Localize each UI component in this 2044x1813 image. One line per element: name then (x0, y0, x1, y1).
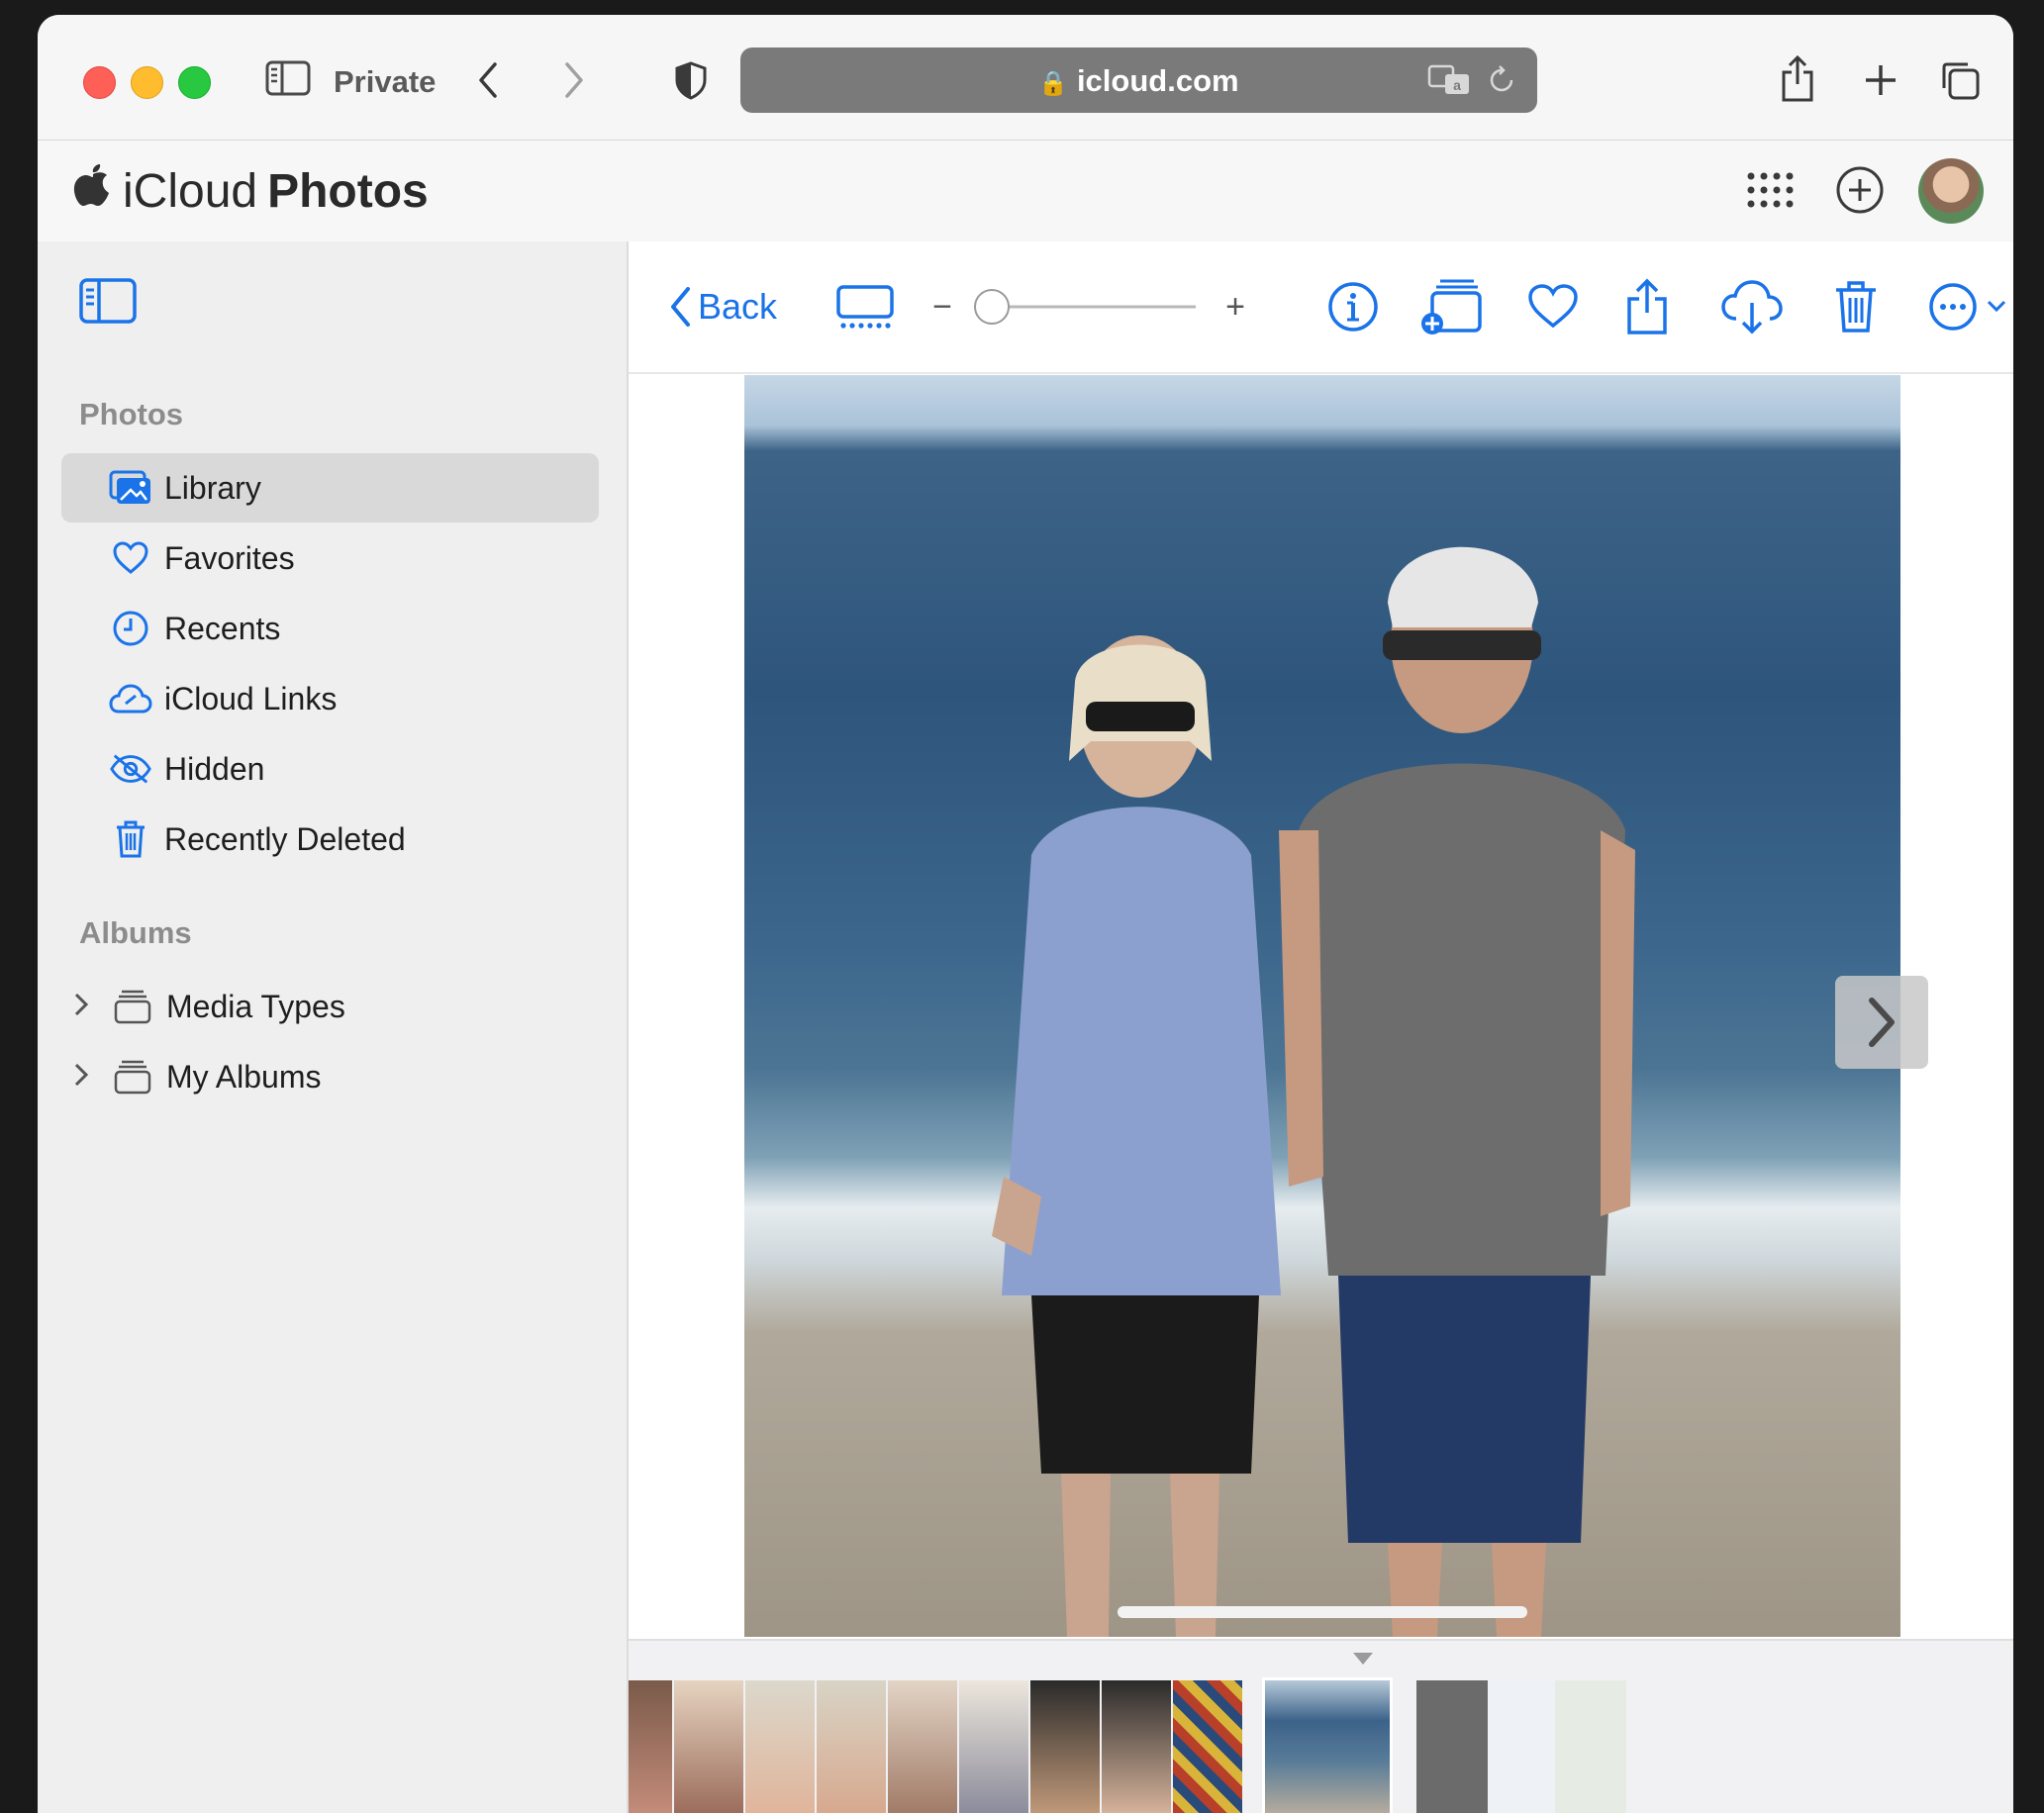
sidebar-item-label: Recents (164, 610, 281, 646)
zoom-minus-label: − (932, 287, 952, 326)
lock-icon: 🔒 (1038, 70, 1069, 97)
main-photo[interactable] (744, 375, 1900, 1637)
minimize-window-button[interactable] (131, 66, 163, 99)
thumbnail[interactable] (1030, 1680, 1100, 1813)
viewer-toolbar: Back − + (629, 241, 2013, 374)
albums-section-header: Albums (79, 915, 192, 950)
new-tab-icon[interactable] (1859, 58, 1902, 102)
sidebar-toggle-icon[interactable] (263, 58, 313, 98)
download-icon[interactable] (1719, 277, 1785, 336)
sidebar-item-recently-deleted[interactable]: Recently Deleted (61, 805, 599, 874)
album-group-label: Media Types (166, 988, 345, 1024)
sidebar-item-label: Hidden (164, 750, 265, 787)
album-group-label: My Albums (166, 1058, 322, 1095)
thumbnail[interactable] (1173, 1680, 1242, 1813)
account-avatar[interactable] (1918, 158, 1984, 224)
icloud-header: iCloud Photos (38, 141, 2013, 243)
apple-logo-icon (73, 162, 113, 220)
thumbnail[interactable] (888, 1680, 957, 1813)
tab-overview-icon[interactable] (1936, 56, 1984, 104)
sidebar-item-label: Recently Deleted (164, 820, 406, 857)
sidebar-item-hidden[interactable]: Hidden (61, 734, 599, 804)
zoom-window-button[interactable] (178, 66, 211, 99)
collapse-sidebar-icon[interactable] (79, 278, 137, 329)
thumbnail-filmstrip (629, 1639, 2013, 1813)
privacy-shield-icon[interactable] (671, 58, 711, 102)
eye-slash-icon (109, 747, 152, 791)
zoom-slider[interactable] (972, 277, 1200, 336)
thumbnail[interactable] (629, 1680, 672, 1813)
chevron-left-icon (671, 287, 690, 327)
more-icon[interactable] (1927, 277, 2013, 336)
video-scrubber-bar[interactable] (1118, 1606, 1527, 1618)
translate-icon[interactable]: a (1427, 63, 1473, 102)
heart-icon (109, 536, 152, 580)
reload-icon[interactable] (1487, 65, 1516, 100)
slideshow-icon[interactable] (834, 277, 896, 336)
current-position-marker-icon (1351, 1651, 1375, 1671)
brand-prefix: iCloud (123, 164, 258, 218)
thumbnail[interactable] (674, 1680, 743, 1813)
album-stack-icon (111, 1055, 154, 1098)
back-label: Back (698, 286, 778, 327)
next-photo-button[interactable] (1835, 976, 1928, 1069)
sidebar-item-label: Favorites (164, 539, 295, 576)
trash-icon (109, 817, 152, 861)
svg-text:a: a (1453, 77, 1461, 93)
chevron-right-icon (1869, 998, 1895, 1047)
app-launcher-icon[interactable] (1746, 170, 1796, 215)
app-brand[interactable]: iCloud Photos (73, 162, 429, 220)
disclosure-chevron-icon[interactable] (73, 989, 97, 1025)
thumbnail-selected[interactable] (1262, 1677, 1393, 1813)
album-group-media-types[interactable]: Media Types (61, 972, 345, 1041)
upload-add-icon[interactable] (1834, 164, 1886, 221)
zoom-plus-label: + (1225, 287, 1245, 326)
album-stack-icon (111, 985, 154, 1028)
sidebar-item-icloud-links[interactable]: iCloud Links (61, 664, 599, 733)
sidebar-item-favorites[interactable]: Favorites (61, 524, 599, 593)
address-bar[interactable]: 🔒 icloud.com a (740, 48, 1537, 113)
thumbnail[interactable] (1416, 1680, 1626, 1813)
sidebar-item-library[interactable]: Library (61, 453, 599, 523)
url-text: icloud.com (1076, 63, 1239, 98)
brand-name: Photos (267, 164, 429, 218)
share-page-icon[interactable] (1775, 52, 1820, 106)
disclosure-chevron-icon[interactable] (73, 1059, 97, 1096)
sidebar: Photos Library Favorites Recents iCloud … (38, 241, 629, 1813)
sidebar-item-label: Library (164, 469, 261, 506)
add-to-album-icon[interactable] (1417, 277, 1485, 336)
clock-icon (109, 607, 152, 650)
url-row: 🔒 icloud.com (740, 63, 1537, 99)
delete-icon[interactable] (1831, 277, 1881, 336)
browser-window: Private 🔒 icloud.com a iCloud Photos Pho… (38, 15, 2013, 1813)
album-group-my-albums[interactable]: My Albums (61, 1042, 321, 1111)
thumbnail[interactable] (745, 1680, 815, 1813)
photo-subject-man (1279, 546, 1635, 1637)
sidebar-item-label: iCloud Links (164, 680, 338, 716)
safari-toolbar: Private 🔒 icloud.com a (38, 15, 2013, 142)
zoom-out-button[interactable]: − (927, 277, 957, 336)
favorite-icon[interactable] (1525, 277, 1581, 336)
private-mode-label: Private (334, 64, 437, 99)
sidebar-item-recents[interactable]: Recents (61, 594, 599, 663)
zoom-in-button[interactable]: + (1220, 277, 1250, 336)
info-icon[interactable] (1325, 277, 1381, 336)
photos-section-header: Photos (79, 397, 184, 431)
thumbnail[interactable] (817, 1680, 886, 1813)
cloud-link-icon (109, 677, 152, 720)
back-button[interactable]: Back (668, 277, 777, 336)
close-window-button[interactable] (83, 66, 116, 99)
thumbnail[interactable] (1102, 1680, 1171, 1813)
photo-subject-woman (992, 635, 1281, 1637)
photo-viewer: Back − + (629, 241, 2013, 1813)
library-icon (109, 466, 152, 510)
back-nav-icon[interactable] (473, 58, 503, 102)
share-icon[interactable] (1622, 277, 1672, 336)
forward-nav-icon[interactable] (559, 58, 589, 102)
thumbnail[interactable] (959, 1680, 1028, 1813)
